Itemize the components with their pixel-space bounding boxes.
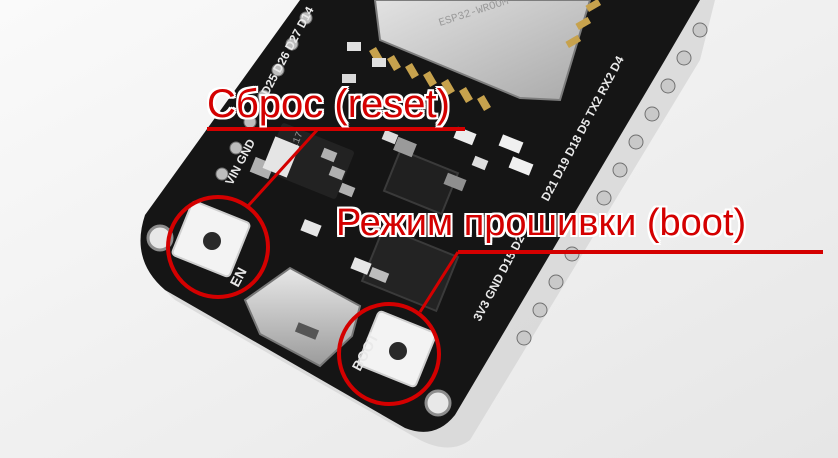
photo-stage: ESP32-WROOM D25 D26 D27 D14 D21 D19 D18 …: [0, 0, 838, 458]
mounting-hole: [424, 389, 452, 417]
reset-annotation: Сброс (reset): [207, 82, 450, 126]
boot-annotation: Режим прошивки (boot): [336, 202, 747, 244]
